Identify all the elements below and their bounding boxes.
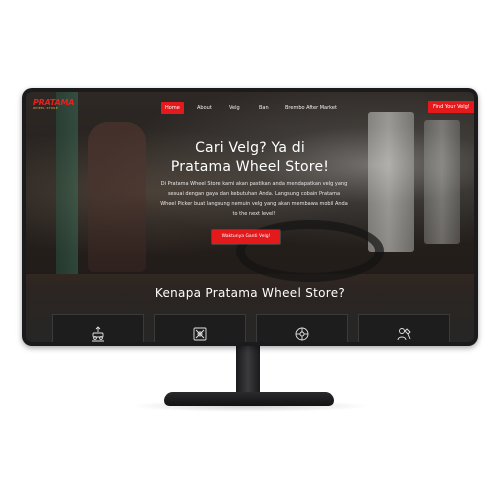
navbar: PRATAMA WHEEL STORE Home About Velg Ban … [26,92,474,114]
website-screen: PRATAMA WHEEL STORE Home About Velg Ban … [26,92,474,342]
change-velg-button[interactable]: Waktunya Ganti Velg! [212,230,280,244]
monitor: PRATAMA WHEEL STORE Home About Velg Ban … [22,88,478,346]
hero-photo-tire-machine [368,112,414,252]
wheel-icon [295,327,309,341]
nav-item-about[interactable]: About [197,102,212,114]
why-section-title: Kenapa Pratama Wheel Store? [154,286,346,300]
monitor-stand-neck [236,346,260,396]
brand-logo[interactable]: PRATAMA WHEEL STORE [33,99,74,111]
nav-item-brembo[interactable]: Brembo After Market [285,102,337,114]
hero-title-line-2: Pratama Wheel Store! [170,159,330,175]
feature-card [256,314,348,342]
feature-card [154,314,246,342]
hero-description: Di Pratama Wheel Store kami akan pastika… [160,181,348,217]
car-lift-icon [92,326,104,342]
hero-photo-pillar [56,92,78,274]
feature-card [358,314,450,342]
nav-item-velg[interactable]: Velg [229,102,240,114]
nav-item-home[interactable]: Home [161,102,184,114]
monitor-stand-base [164,392,334,406]
hero-title-line-1: Cari Velg? Ya di [195,140,305,156]
mechanic-icon [397,328,411,341]
tools-icon [193,327,207,341]
nav-item-ban[interactable]: Ban [259,102,269,114]
find-your-velg-button[interactable]: Find Your Velg! [428,101,474,113]
hero-title: Cari Velg? Ya di Pratama Wheel Store! [26,139,474,177]
feature-card [52,314,144,342]
